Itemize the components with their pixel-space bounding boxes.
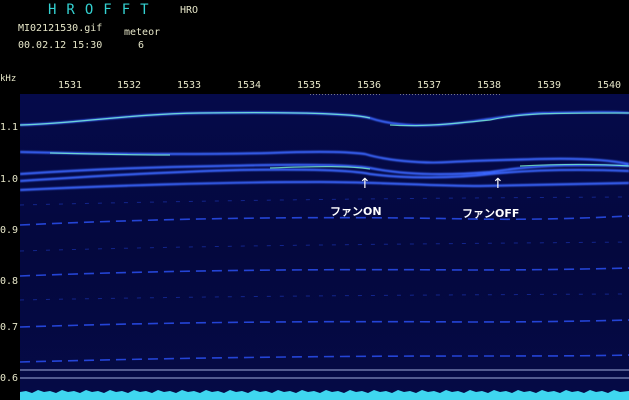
y-tick-label: 1.0 [0, 174, 19, 185]
arrow-up-icon: ↑ [492, 176, 504, 192]
mode-label: HRO [180, 5, 199, 16]
y-tick-label: 0.8 [0, 276, 19, 287]
harmonic-trace [20, 215, 629, 226]
x-tick-label: 1536 [356, 80, 382, 91]
harmonic-trace [20, 267, 629, 277]
x-tick-label: 1538 [476, 80, 502, 91]
y-tick-label: 1.1 [0, 122, 19, 133]
signal-trace [20, 168, 629, 183]
x-tick-label: 1532 [116, 80, 142, 91]
signal-highlight [389, 112, 629, 127]
signal-trace [20, 180, 629, 192]
x-tick-label: 1531 [57, 80, 83, 91]
x-tick-label: 1535 [296, 80, 322, 91]
harmonic-trace [20, 354, 629, 363]
date-time: 00.02.12 15:30 [18, 40, 103, 51]
y-tick-label: 0.9 [0, 225, 19, 236]
signal-trace [20, 150, 629, 166]
harmonic-trace [20, 196, 629, 206]
y-axis-unit: kHz [0, 74, 17, 84]
x-tick-label: 1537 [416, 80, 442, 91]
x-tick-label: 1534 [236, 80, 262, 91]
arrow-up-icon: ↑ [359, 176, 371, 192]
event-label: meteor [124, 27, 161, 38]
header-panel: HROFFT HRO MI02121530.gif meteor 00.02.1… [0, 0, 629, 80]
x-tick-label: 1533 [176, 80, 202, 91]
x-tick-label: 1540 [596, 80, 622, 91]
harmonic-trace [20, 241, 629, 252]
harmonic-trace [20, 319, 629, 328]
y-tick-label: 0.6 [0, 373, 19, 384]
spectrogram-svg [20, 94, 629, 400]
fan-off-annotation: ファンOFF [462, 207, 520, 220]
spectrogram-plot [20, 94, 629, 400]
event-count: 6 [138, 40, 145, 51]
x-tick-label: 1539 [536, 80, 562, 91]
y-tick-label: 0.7 [0, 322, 19, 333]
noise-floor [20, 390, 629, 400]
app-title: HROFFT [48, 2, 159, 18]
fan-on-annotation: ファンON [330, 205, 382, 218]
file-name: MI02121530.gif [18, 23, 103, 34]
harmonic-trace [20, 293, 629, 301]
